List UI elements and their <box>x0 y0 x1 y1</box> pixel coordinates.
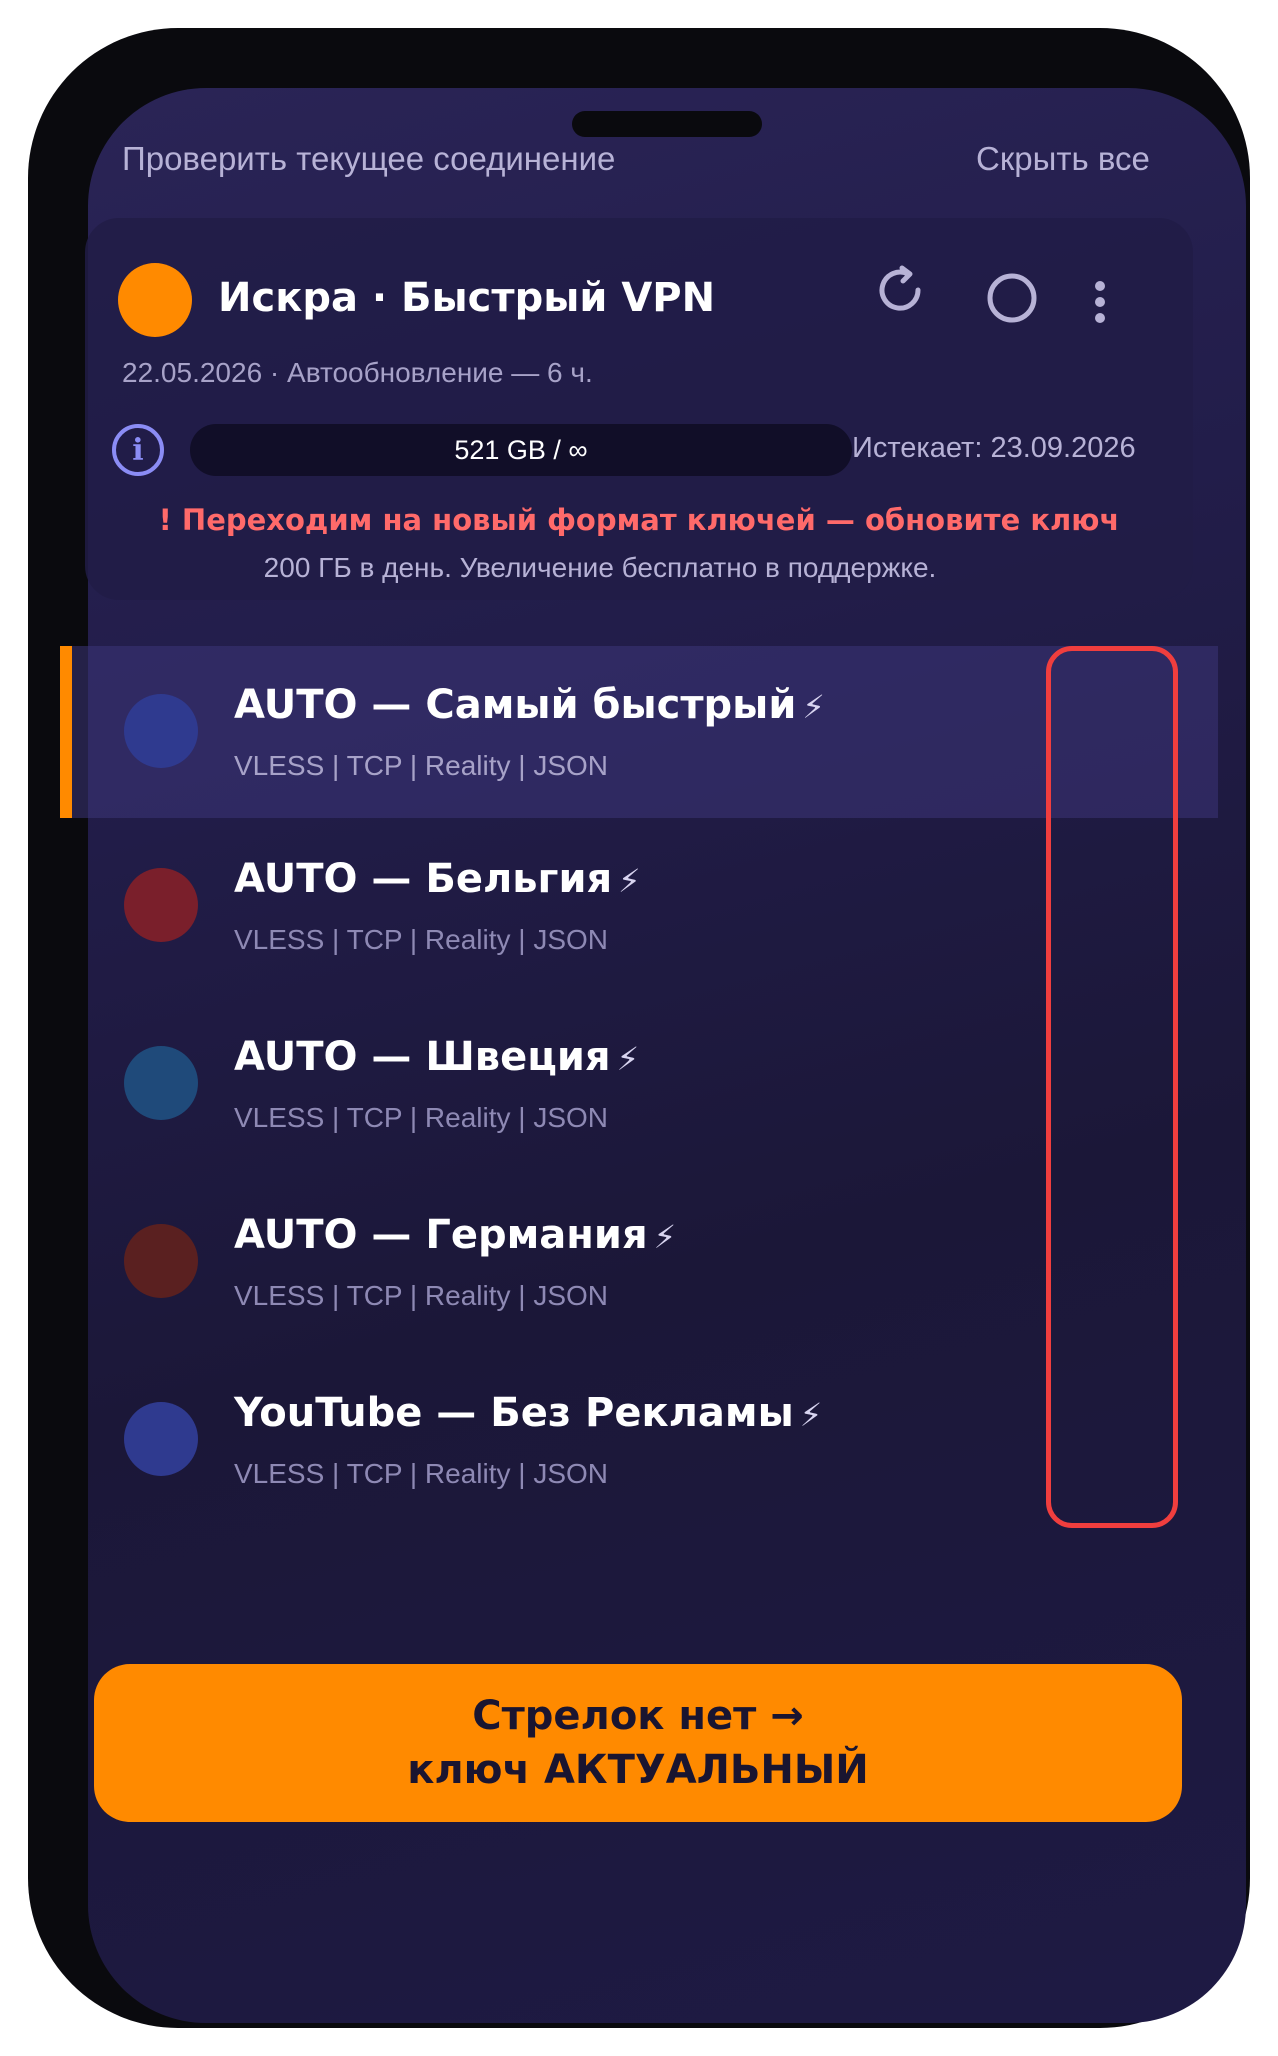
subscription-updated: 22.05.2026 · Автообновление — 6 ч. <box>122 357 593 388</box>
status-button[interactable]: Стрелок нет → ключ АКТУАЛЬНЫЙ <box>94 1664 1182 1822</box>
server-row[interactable]: AUTO — Самый быстрый ⚡ VLESS | TCP | Reali… <box>60 646 1218 818</box>
traffic-quota-label: 521 GB / ∞ <box>454 434 588 465</box>
server-name: AUTO — Швеция ⚡ <box>234 1034 639 1080</box>
lightning-icon: ⚡ <box>618 862 641 900</box>
server-name-label: YouTube — Без Рекламы <box>234 1390 794 1436</box>
server-row[interactable]: AUTO — Германия ⚡ VLESS | TCP | Reality | … <box>60 1176 1218 1348</box>
status-button-line2: ключ АКТУАЛЬНЫЙ <box>407 1747 869 1793</box>
server-protocol: VLESS | TCP | Reality | JSON <box>234 924 609 955</box>
lightning-icon: ⚡ <box>799 1396 823 1434</box>
server-flag-icon <box>124 1402 198 1476</box>
server-protocol: VLESS | TCP | Reality | JSON <box>234 1102 609 1133</box>
subscription-avatar <box>118 263 192 337</box>
server-name-label: AUTO — Бельгия <box>234 856 613 902</box>
server-row[interactable]: YouTube — Без Рекламы ⚡ VLESS | TCP | Real… <box>60 1354 1218 1526</box>
server-row[interactable]: AUTO — Швеция ⚡ VLESS | TCP | Reality | JS… <box>60 998 1218 1170</box>
status-button-line1: Стрелок нет → <box>472 1693 804 1739</box>
warning-subtext: 200 ГБ в день. Увеличение бесплатно в по… <box>263 552 937 583</box>
lightning-icon: ⚡ <box>616 1040 640 1078</box>
server-name: AUTO — Германия ⚡ <box>234 1212 676 1258</box>
server-flag-icon <box>124 1046 198 1120</box>
more-vertical-icon[interactable] <box>1088 280 1112 324</box>
hide-all-link[interactable]: Скрыть все <box>976 140 1150 178</box>
key-format-warning: ! Переходим на новый формат ключей — обн… <box>158 503 1120 537</box>
refresh-icon[interactable] <box>872 262 928 318</box>
server-protocol: VLESS | TCP | Reality | JSON <box>234 750 609 781</box>
server-name-label: AUTO — Германия <box>234 1212 648 1258</box>
expiry-date: Истекает: 23.09.2026 <box>852 432 1136 464</box>
server-row[interactable]: AUTO — Бельгия ⚡ VLESS | TCP | Reality | J… <box>60 820 1218 992</box>
traffic-quota: 521 GB / ∞ <box>190 424 852 476</box>
server-flag-icon <box>124 1224 198 1298</box>
server-name-label: AUTO — Швеция <box>234 1034 611 1080</box>
top-bar: Проверить текущее соединение Скрыть все <box>0 140 1278 184</box>
server-name: YouTube — Без Рекламы ⚡ <box>234 1390 822 1436</box>
server-protocol: VLESS | TCP | Reality | JSON <box>234 1280 609 1311</box>
lightning-icon: ⚡ <box>802 688 825 726</box>
server-flag-icon <box>124 694 198 768</box>
info-icon[interactable]: i <box>112 424 164 476</box>
server-protocol: VLESS | TCP | Reality | JSON <box>234 1458 609 1489</box>
power-circle-icon[interactable] <box>984 270 1040 326</box>
notch <box>572 111 762 137</box>
server-name: AUTO — Бельгия ⚡ <box>234 856 641 902</box>
lightning-icon: ⚡ <box>653 1218 677 1256</box>
highlight-box <box>1046 646 1178 1528</box>
server-name-label: AUTO — Самый быстрый <box>234 682 797 728</box>
check-connection-link[interactable]: Проверить текущее соединение <box>122 140 615 178</box>
subscription-title: Искра · Быстрый VPN <box>218 275 716 321</box>
server-flag-icon <box>124 868 198 942</box>
server-name: AUTO — Самый быстрый ⚡ <box>234 682 825 728</box>
